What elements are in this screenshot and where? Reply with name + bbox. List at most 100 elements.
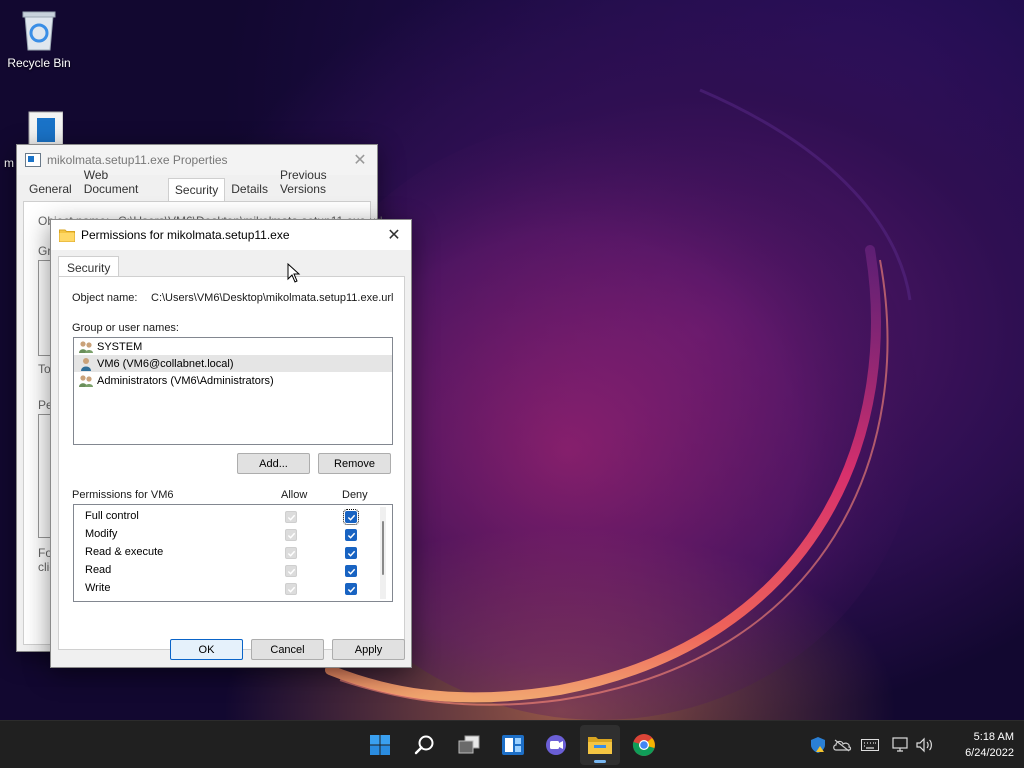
tab-web-document[interactable]: Web Document (78, 164, 168, 201)
group-users-icon (79, 374, 93, 387)
recycle-bin-label: Recycle Bin (7, 56, 71, 70)
folder-icon (59, 229, 75, 242)
network-tray[interactable] (891, 735, 911, 755)
keyboard-tray[interactable] (860, 735, 880, 755)
add-button[interactable]: Add... (237, 453, 310, 474)
properties-tabs: General Web Document Security Details Pr… (17, 168, 377, 202)
tab-security-permissions[interactable]: Security (58, 256, 120, 277)
defender-tray[interactable] (808, 735, 828, 755)
cancel-button[interactable]: Cancel (251, 639, 324, 660)
tab-previous-versions[interactable]: Previous Versions (274, 164, 377, 201)
keyboard-icon (861, 739, 879, 751)
checkmark-icon (347, 550, 355, 557)
apply-button[interactable]: Apply (332, 639, 405, 660)
deny-modify-checkbox[interactable] (345, 529, 357, 541)
recycle-bin-icon (19, 8, 59, 52)
allow-header: Allow (281, 489, 308, 501)
checkmark-icon (287, 532, 295, 539)
checkmark-icon (347, 514, 355, 521)
file-shortcut-label: m (4, 156, 14, 170)
checkmark-icon (347, 568, 355, 575)
taskbar: 5:18 AM 6/24/2022 (0, 720, 1024, 768)
allow-modify-checkbox[interactable] (285, 529, 297, 541)
deny-header: Deny (342, 489, 368, 501)
user-list[interactable]: SYSTEM VM6 (VM6@collabnet.local) Adminis… (73, 337, 393, 445)
clock-date: 6/24/2022 (965, 747, 1014, 759)
permissions-list[interactable]: Full control Modify Read & execute Read … (73, 504, 393, 602)
defender-icon (811, 737, 825, 753)
deny-full-control-checkbox[interactable] (343, 509, 359, 525)
checkmark-icon (287, 586, 295, 593)
permissions-panel: Object name: C:\Users\VM6\Desktop\mikolm… (58, 276, 405, 650)
onedrive-icon (833, 739, 852, 752)
list-item[interactable]: Administrators (VM6\Administrators) (74, 372, 392, 389)
to-label-behind: To (38, 362, 51, 376)
search-button[interactable] (405, 725, 445, 765)
checkmark-icon (287, 568, 295, 575)
permission-name: Write (85, 582, 111, 594)
onedrive-tray[interactable] (832, 735, 852, 755)
widgets-icon (502, 735, 524, 755)
user-name: SYSTEM (97, 340, 143, 353)
permission-row-read-execute: Read & execute (74, 544, 374, 562)
list-item[interactable]: SYSTEM (74, 338, 392, 355)
chrome-button[interactable] (624, 725, 664, 765)
chrome-icon (632, 734, 655, 756)
permission-row-write: Write (74, 580, 374, 598)
permissions-dialog[interactable]: Permissions for mikolmata.setup11.exe ✕ … (50, 219, 412, 668)
permission-name: Read (85, 564, 112, 576)
tab-general[interactable]: General (23, 178, 78, 201)
checkmark-icon (287, 514, 295, 521)
clock[interactable]: 5:18 AM 6/24/2022 (944, 729, 1014, 761)
object-name-label: Object name: (72, 292, 138, 304)
network-icon (892, 737, 908, 752)
clock-time: 5:18 AM (973, 731, 1014, 743)
active-indicator (594, 760, 606, 763)
tab-security[interactable]: Security (167, 178, 226, 202)
permissions-close-button[interactable]: ✕ (377, 220, 411, 250)
user-name: VM6 (VM6@collabnet.local) (97, 357, 234, 370)
remove-button[interactable]: Remove (318, 453, 391, 474)
permission-row-read: Read (74, 562, 374, 580)
chat-button[interactable] (536, 725, 576, 765)
permission-name: Read & execute (85, 546, 164, 558)
object-name-value: C:\Users\VM6\Desktop\mikolmata.setup11.e… (151, 292, 393, 304)
allow-read-checkbox[interactable] (285, 565, 297, 577)
group-names-label: Group or user names: (72, 322, 179, 334)
deny-write-checkbox[interactable] (345, 583, 357, 595)
list-item[interactable]: VM6 (VM6@collabnet.local) (74, 355, 392, 372)
allow-write-checkbox[interactable] (285, 583, 297, 595)
permissions-for-label: Permissions for VM6 (72, 489, 174, 501)
ok-button[interactable]: OK (170, 639, 243, 660)
start-icon (370, 735, 390, 755)
mouse-cursor-icon (287, 263, 301, 283)
start-button[interactable] (360, 725, 400, 765)
file-explorer-button[interactable] (580, 725, 620, 765)
tab-details[interactable]: Details (225, 178, 274, 201)
file-explorer-icon (588, 737, 612, 754)
permission-row-full-control: Full control (74, 508, 374, 526)
checkmark-icon (287, 550, 295, 557)
checkmark-icon (347, 532, 355, 539)
permission-name: Modify (85, 528, 118, 540)
teams-chat-icon (546, 735, 566, 755)
permission-row-modify: Modify (74, 526, 374, 544)
permissions-title: Permissions for mikolmata.setup11.exe (81, 228, 290, 242)
group-users-icon (79, 340, 93, 353)
volume-tray[interactable] (915, 735, 935, 755)
task-view-button[interactable] (449, 725, 489, 765)
widgets-button[interactable] (493, 725, 533, 765)
volume-icon (916, 737, 932, 753)
search-icon (414, 735, 434, 755)
permissions-titlebar[interactable]: Permissions for mikolmata.setup11.exe ✕ (51, 220, 411, 250)
deny-read-checkbox[interactable] (345, 565, 357, 577)
allow-read-execute-checkbox[interactable] (285, 547, 297, 559)
user-name: Administrators (VM6\Administrators) (97, 374, 274, 387)
allow-full-control-checkbox[interactable] (285, 511, 297, 523)
deny-read-execute-checkbox[interactable] (345, 547, 357, 559)
scrollbar-thumb[interactable] (382, 521, 384, 575)
shortcut-icon (25, 153, 41, 167)
task-view-icon (458, 735, 480, 754)
recycle-bin-shortcut[interactable]: Recycle Bin (0, 8, 78, 70)
permissions-scrollbar[interactable] (380, 507, 386, 599)
